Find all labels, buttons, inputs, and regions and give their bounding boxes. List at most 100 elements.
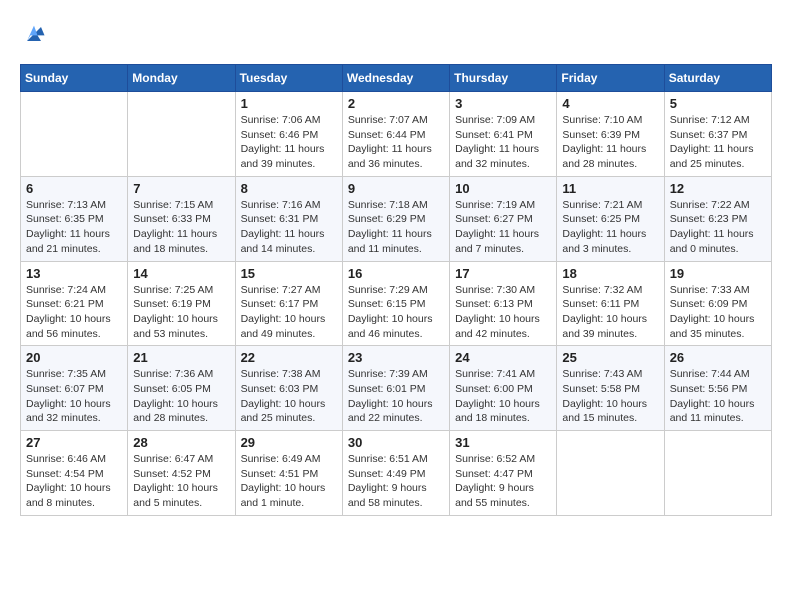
- day-number: 1: [241, 96, 337, 111]
- day-number: 22: [241, 350, 337, 365]
- day-info: Sunrise: 7:43 AMSunset: 5:58 PMDaylight:…: [562, 367, 658, 426]
- calendar-cell: 18 Sunrise: 7:32 AMSunset: 6:11 PMDayligh…: [557, 261, 664, 346]
- day-info: Sunrise: 6:49 AMSunset: 4:51 PMDaylight:…: [241, 452, 337, 511]
- calendar-cell: 5 Sunrise: 7:12 AMSunset: 6:37 PMDaylight…: [664, 92, 771, 177]
- weekday-header-sunday: Sunday: [21, 65, 128, 92]
- weekday-header-thursday: Thursday: [450, 65, 557, 92]
- calendar-cell: 13 Sunrise: 7:24 AMSunset: 6:21 PMDayligh…: [21, 261, 128, 346]
- calendar-cell: 8 Sunrise: 7:16 AMSunset: 6:31 PMDaylight…: [235, 176, 342, 261]
- calendar-cell: 27 Sunrise: 6:46 AMSunset: 4:54 PMDayligh…: [21, 431, 128, 516]
- day-info: Sunrise: 7:32 AMSunset: 6:11 PMDaylight:…: [562, 283, 658, 342]
- week-row-2: 6 Sunrise: 7:13 AMSunset: 6:35 PMDaylight…: [21, 176, 772, 261]
- day-info: Sunrise: 6:52 AMSunset: 4:47 PMDaylight:…: [455, 452, 551, 511]
- day-number: 2: [348, 96, 444, 111]
- weekday-header-wednesday: Wednesday: [342, 65, 449, 92]
- day-number: 29: [241, 435, 337, 450]
- day-info: Sunrise: 7:12 AMSunset: 6:37 PMDaylight:…: [670, 113, 766, 172]
- calendar-cell: 3 Sunrise: 7:09 AMSunset: 6:41 PMDaylight…: [450, 92, 557, 177]
- calendar-cell: [557, 431, 664, 516]
- day-number: 9: [348, 181, 444, 196]
- day-info: Sunrise: 7:25 AMSunset: 6:19 PMDaylight:…: [133, 283, 229, 342]
- calendar-cell: 4 Sunrise: 7:10 AMSunset: 6:39 PMDaylight…: [557, 92, 664, 177]
- day-number: 13: [26, 266, 122, 281]
- calendar-cell: 16 Sunrise: 7:29 AMSunset: 6:15 PMDayligh…: [342, 261, 449, 346]
- calendar-cell: 29 Sunrise: 6:49 AMSunset: 4:51 PMDayligh…: [235, 431, 342, 516]
- day-info: Sunrise: 6:47 AMSunset: 4:52 PMDaylight:…: [133, 452, 229, 511]
- calendar-cell: 24 Sunrise: 7:41 AMSunset: 6:00 PMDayligh…: [450, 346, 557, 431]
- day-number: 6: [26, 181, 122, 196]
- day-number: 20: [26, 350, 122, 365]
- calendar-cell: 22 Sunrise: 7:38 AMSunset: 6:03 PMDayligh…: [235, 346, 342, 431]
- calendar-cell: 9 Sunrise: 7:18 AMSunset: 6:29 PMDaylight…: [342, 176, 449, 261]
- calendar-cell: [21, 92, 128, 177]
- calendar-cell: 17 Sunrise: 7:30 AMSunset: 6:13 PMDayligh…: [450, 261, 557, 346]
- day-number: 12: [670, 181, 766, 196]
- day-number: 23: [348, 350, 444, 365]
- calendar-cell: 15 Sunrise: 7:27 AMSunset: 6:17 PMDayligh…: [235, 261, 342, 346]
- day-info: Sunrise: 7:19 AMSunset: 6:27 PMDaylight:…: [455, 198, 551, 257]
- calendar-cell: 21Sunrise: 7:36 AMSunset: 6:05 PMDayligh…: [128, 346, 235, 431]
- weekday-header-friday: Friday: [557, 65, 664, 92]
- week-row-1: 1 Sunrise: 7:06 AMSunset: 6:46 PMDaylight…: [21, 92, 772, 177]
- day-number: 5: [670, 96, 766, 111]
- day-number: 10: [455, 181, 551, 196]
- day-info: Sunrise: 7:33 AMSunset: 6:09 PMDaylight:…: [670, 283, 766, 342]
- calendar-cell: 28 Sunrise: 6:47 AMSunset: 4:52 PMDayligh…: [128, 431, 235, 516]
- day-info: Sunrise: 7:29 AMSunset: 6:15 PMDaylight:…: [348, 283, 444, 342]
- day-number: 25: [562, 350, 658, 365]
- day-info: Sunrise: 7:30 AMSunset: 6:13 PMDaylight:…: [455, 283, 551, 342]
- week-row-5: 27 Sunrise: 6:46 AMSunset: 4:54 PMDayligh…: [21, 431, 772, 516]
- calendar-cell: 19 Sunrise: 7:33 AMSunset: 6:09 PMDayligh…: [664, 261, 771, 346]
- logo: [20, 20, 52, 48]
- day-number: 24: [455, 350, 551, 365]
- calendar-cell: 23 Sunrise: 7:39 AMSunset: 6:01 PMDayligh…: [342, 346, 449, 431]
- week-row-4: 20 Sunrise: 7:35 AMSunset: 6:07 PMDayligh…: [21, 346, 772, 431]
- page-header: [20, 20, 772, 48]
- calendar-cell: 6 Sunrise: 7:13 AMSunset: 6:35 PMDaylight…: [21, 176, 128, 261]
- day-info: Sunrise: 7:13 AMSunset: 6:35 PMDaylight:…: [26, 198, 122, 257]
- day-info: Sunrise: 7:06 AMSunset: 6:46 PMDaylight:…: [241, 113, 337, 172]
- day-number: 4: [562, 96, 658, 111]
- day-number: 31: [455, 435, 551, 450]
- day-info: Sunrise: 7:24 AMSunset: 6:21 PMDaylight:…: [26, 283, 122, 342]
- day-info: Sunrise: 7:15 AMSunset: 6:33 PMDaylight:…: [133, 198, 229, 257]
- week-row-3: 13 Sunrise: 7:24 AMSunset: 6:21 PMDayligh…: [21, 261, 772, 346]
- day-number: 19: [670, 266, 766, 281]
- weekday-header-row: SundayMondayTuesdayWednesdayThursdayFrid…: [21, 65, 772, 92]
- day-number: 8: [241, 181, 337, 196]
- day-number: 3: [455, 96, 551, 111]
- day-number: 16: [348, 266, 444, 281]
- calendar-cell: 11Sunrise: 7:21 AMSunset: 6:25 PMDayligh…: [557, 176, 664, 261]
- day-info: Sunrise: 7:27 AMSunset: 6:17 PMDaylight:…: [241, 283, 337, 342]
- weekday-header-monday: Monday: [128, 65, 235, 92]
- calendar-page: SundayMondayTuesdayWednesdayThursdayFrid…: [0, 0, 792, 536]
- weekday-header-tuesday: Tuesday: [235, 65, 342, 92]
- day-number: 14: [133, 266, 229, 281]
- day-info: Sunrise: 7:09 AMSunset: 6:41 PMDaylight:…: [455, 113, 551, 172]
- calendar-cell: 25 Sunrise: 7:43 AMSunset: 5:58 PMDayligh…: [557, 346, 664, 431]
- day-info: Sunrise: 7:41 AMSunset: 6:00 PMDaylight:…: [455, 367, 551, 426]
- day-number: 27: [26, 435, 122, 450]
- day-number: 15: [241, 266, 337, 281]
- calendar-table: SundayMondayTuesdayWednesdayThursdayFrid…: [20, 64, 772, 516]
- day-info: Sunrise: 7:18 AMSunset: 6:29 PMDaylight:…: [348, 198, 444, 257]
- day-info: Sunrise: 7:10 AMSunset: 6:39 PMDaylight:…: [562, 113, 658, 172]
- day-info: Sunrise: 7:39 AMSunset: 6:01 PMDaylight:…: [348, 367, 444, 426]
- day-number: 17: [455, 266, 551, 281]
- day-info: Sunrise: 7:07 AMSunset: 6:44 PMDaylight:…: [348, 113, 444, 172]
- calendar-cell: 7Sunrise: 7:15 AMSunset: 6:33 PMDaylight…: [128, 176, 235, 261]
- calendar-cell: [128, 92, 235, 177]
- calendar-cell: 30Sunrise: 6:51 AMSunset: 4:49 PMDayligh…: [342, 431, 449, 516]
- day-number: 28: [133, 435, 229, 450]
- day-info: Sunrise: 6:46 AMSunset: 4:54 PMDaylight:…: [26, 452, 122, 511]
- logo-icon: [20, 20, 48, 48]
- day-info: Sunrise: 7:35 AMSunset: 6:07 PMDaylight:…: [26, 367, 122, 426]
- day-number: 18: [562, 266, 658, 281]
- calendar-cell: 1 Sunrise: 7:06 AMSunset: 6:46 PMDaylight…: [235, 92, 342, 177]
- day-info: Sunrise: 7:38 AMSunset: 6:03 PMDaylight:…: [241, 367, 337, 426]
- day-number: 30: [348, 435, 444, 450]
- day-info: Sunrise: 7:16 AMSunset: 6:31 PMDaylight:…: [241, 198, 337, 257]
- weekday-header-saturday: Saturday: [664, 65, 771, 92]
- day-info: Sunrise: 7:22 AMSunset: 6:23 PMDaylight:…: [670, 198, 766, 257]
- day-info: Sunrise: 7:44 AMSunset: 5:56 PMDaylight:…: [670, 367, 766, 426]
